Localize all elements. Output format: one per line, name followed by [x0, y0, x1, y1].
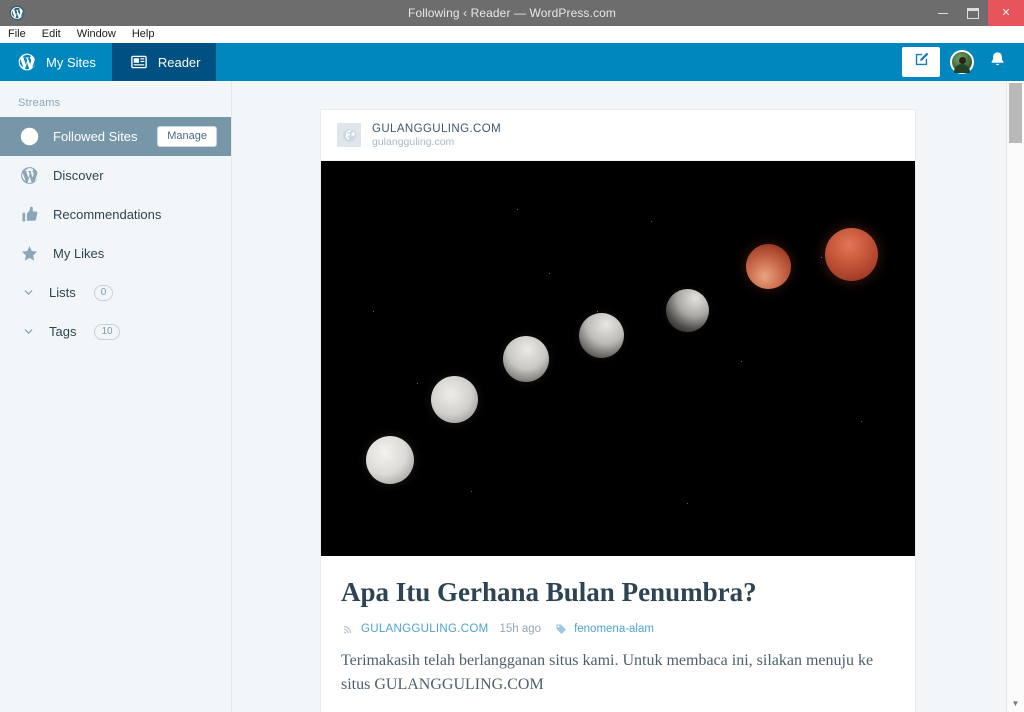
scrollbar-down-arrow[interactable]: ▼: [1007, 695, 1024, 712]
master-bar: My Sites Reader: [0, 43, 1024, 81]
tab-reader[interactable]: Reader: [111, 43, 217, 81]
checkmark-circle-icon: [18, 126, 40, 148]
post-meta: GULANGGULING.COM 15h ago fenomena-alam: [341, 622, 895, 635]
post-site-info: GULANGGULING.COM gulangguling.com: [372, 122, 501, 149]
star-speck: [861, 421, 862, 422]
content-area: Streams Followed Sites Manage Discover R…: [0, 81, 1024, 712]
sidebar-group-lists-label: Lists: [49, 285, 76, 300]
post-site-url: gulangguling.com: [372, 135, 455, 148]
sidebar-item-my-likes-label: My Likes: [53, 246, 105, 261]
close-button[interactable]: ✕: [988, 0, 1024, 26]
chevron-down-icon: [18, 286, 38, 299]
vertical-scrollbar[interactable]: ▼: [1006, 81, 1024, 712]
star-speck: [741, 361, 742, 362]
menu-item-help[interactable]: Help: [124, 26, 163, 43]
sidebar: Streams Followed Sites Manage Discover R…: [0, 81, 232, 712]
star-speck: [687, 503, 688, 504]
app-window: Following ‹ Reader — WordPress.com ✕ Fil…: [0, 0, 1024, 712]
sidebar-item-discover-label: Discover: [53, 168, 104, 183]
post-card[interactable]: GULANGGULING.COM gulangguling.com Apa It…: [320, 109, 916, 712]
sidebar-section-streams: Streams: [18, 97, 61, 109]
post-meta-time: 15h ago: [499, 622, 542, 635]
moon-phase-3: [503, 336, 549, 382]
tab-my-sites-label: My Sites: [46, 54, 96, 70]
star-speck: [651, 221, 652, 222]
moon-phase-4: [579, 313, 624, 358]
sidebar-item-recommendations-label: Recommendations: [53, 207, 162, 222]
manage-button[interactable]: Manage: [157, 126, 217, 147]
sidebar-group-lists-count: 0: [93, 284, 114, 301]
sidebar-group-tags[interactable]: Tags 10: [0, 312, 231, 351]
moon-phase-6-blood: [746, 244, 791, 289]
sidebar-group-tags-count: 10: [94, 323, 120, 340]
star-icon: [18, 243, 40, 265]
post-card-header[interactable]: GULANGGULING.COM gulangguling.com: [321, 110, 915, 161]
thumbs-up-icon: [18, 204, 40, 226]
post-site-name: GULANGGULING.COM: [372, 122, 502, 135]
chevron-down-icon: [18, 325, 38, 338]
sidebar-item-my-likes[interactable]: My Likes: [0, 234, 231, 273]
post-meta-tag[interactable]: fenomena-alam: [574, 623, 654, 635]
sidebar-item-recommendations[interactable]: Recommendations: [0, 195, 231, 234]
title-bar: Following ‹ Reader — WordPress.com ✕: [0, 0, 1024, 26]
scrollbar-thumb[interactable]: [1009, 83, 1022, 143]
minimize-button[interactable]: [928, 0, 958, 26]
star-speck: [373, 311, 374, 312]
feed-area: GULANGGULING.COM gulangguling.com Apa It…: [232, 81, 1024, 712]
post-featured-image[interactable]: [321, 161, 915, 556]
menu-item-file[interactable]: File: [0, 26, 34, 43]
bell-icon: [988, 50, 1007, 74]
post-excerpt: Terimakasih telah berlangganan situs kam…: [341, 652, 874, 693]
star-speck: [417, 383, 418, 384]
post-body: Apa Itu Gerhana Bulan Penumbra? GULANGGU…: [321, 556, 915, 712]
star-speck: [821, 257, 822, 258]
close-icon: ✕: [1001, 6, 1011, 19]
wordpress-logo-icon: [18, 165, 40, 187]
window-controls: ✕: [928, 0, 1024, 26]
menu-item-edit[interactable]: Edit: [34, 26, 69, 43]
globe-icon: [337, 123, 361, 147]
rss-feed-icon: [341, 622, 354, 635]
masterbar-actions: [902, 43, 1024, 81]
pencil-square-icon: [913, 51, 930, 73]
menu-item-window[interactable]: Window: [69, 26, 124, 43]
window-title: Following ‹ Reader — WordPress.com: [408, 6, 616, 20]
tab-reader-label: Reader: [157, 54, 201, 70]
reader-icon: [128, 51, 150, 73]
menu-bar: File Edit Window Help: [0, 26, 1024, 44]
star-speck: [471, 491, 472, 492]
moon-phase-7-blood: [825, 228, 878, 281]
sidebar-item-followed-sites[interactable]: Followed Sites Manage: [0, 117, 231, 156]
sidebar-item-followed-sites-label: Followed Sites: [53, 129, 138, 144]
moon-phase-1: [366, 436, 414, 484]
star-speck: [549, 273, 550, 274]
post-title[interactable]: Apa Itu Gerhana Bulan Penumbra?: [341, 576, 895, 608]
moon-phase-2: [431, 376, 478, 423]
star-speck: [517, 209, 518, 210]
notifications-button[interactable]: [984, 49, 1010, 75]
moon-phase-5: [666, 289, 709, 332]
star-speck: [597, 311, 598, 312]
sidebar-group-lists[interactable]: Lists 0: [0, 273, 231, 312]
tab-my-sites[interactable]: My Sites: [0, 43, 112, 81]
maximize-button[interactable]: [958, 0, 988, 26]
user-avatar-icon: [958, 56, 966, 64]
write-post-button[interactable]: [902, 47, 940, 77]
tag-icon: [554, 622, 567, 635]
avatar[interactable]: [950, 50, 974, 74]
post-meta-source[interactable]: GULANGGULING.COM: [361, 623, 488, 635]
sidebar-item-discover[interactable]: Discover: [0, 156, 231, 195]
sidebar-group-tags-label: Tags: [49, 324, 77, 339]
wordpress-logo-icon: [16, 51, 38, 73]
